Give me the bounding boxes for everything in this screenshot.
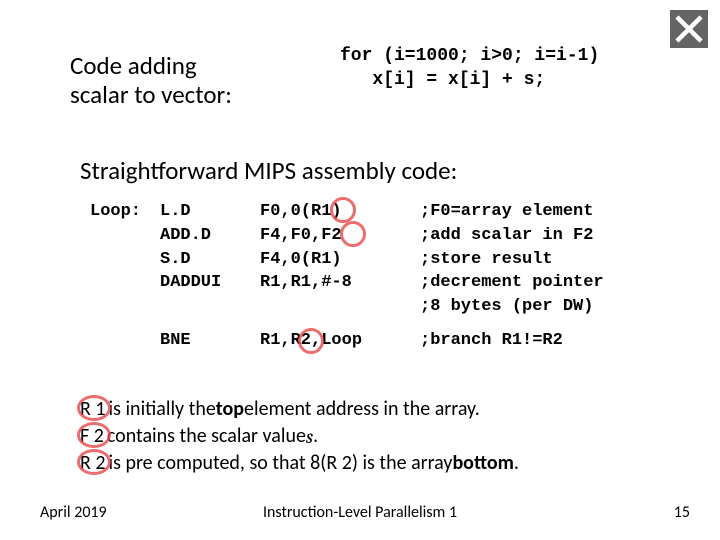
explanatory-notes: R 1 is initially the top element address… bbox=[80, 396, 519, 477]
footer-page-number: 15 bbox=[674, 503, 690, 522]
heading-line2: scalar to vector: bbox=[70, 79, 232, 110]
asm-comment: ;F0=array element bbox=[420, 200, 593, 224]
asm-comment: ;store result bbox=[420, 248, 553, 272]
asm-row: DADDUI R1,R1,#-8 ;decrement pointer bbox=[90, 271, 604, 295]
annotation-circle-icon bbox=[77, 449, 111, 475]
c-code-line1: for (i=1000; i>0; i=i-1) bbox=[340, 46, 599, 66]
asm-args bbox=[260, 295, 420, 319]
institution-logo bbox=[670, 10, 708, 48]
note-register-F2: F 2 bbox=[80, 423, 104, 450]
asm-label bbox=[90, 295, 160, 319]
heading-line1: Code adding bbox=[70, 50, 197, 81]
note-register-R2: R 2 bbox=[80, 450, 106, 477]
subheading: Straightforward MIPS assembly code: bbox=[80, 155, 457, 186]
note-row: F 2 contains the scalar value s . bbox=[80, 423, 519, 450]
asm-row: S.D F4,0(R1) ;store result bbox=[90, 248, 604, 272]
asm-comment: ;branch R1!=R2 bbox=[420, 329, 563, 353]
annotation-circle-icon bbox=[77, 395, 111, 421]
note-register-R1: R 1 bbox=[80, 396, 106, 423]
asm-comment: ;8 bytes (per DW) bbox=[420, 295, 593, 319]
asm-label: Loop: bbox=[90, 200, 160, 224]
asm-args: R1,R2,Loop bbox=[260, 329, 420, 353]
c-code-line2: x[i] = x[i] + s; bbox=[340, 70, 545, 90]
asm-row: Loop: L.D F0,0(R1) ;F0=array element bbox=[90, 200, 604, 224]
slide-heading: Code adding scalar to vector: bbox=[70, 52, 232, 110]
aleph-icon bbox=[674, 14, 704, 44]
annotation-circle-icon bbox=[77, 422, 111, 448]
asm-args: F4,0(R1) bbox=[260, 248, 420, 272]
asm-comment: ;add scalar in F2 bbox=[420, 224, 593, 248]
note-row: R 1 is initially the top element address… bbox=[80, 396, 519, 423]
asm-op: BNE bbox=[160, 329, 260, 353]
asm-op: DADDUI bbox=[160, 271, 260, 295]
asm-row: ADD.D F4,F0,F2 ;add scalar in F2 bbox=[90, 224, 604, 248]
asm-op: ADD.D bbox=[160, 224, 260, 248]
note-row: R 2 is pre computed, so that 8(R 2) is t… bbox=[80, 450, 519, 477]
assembly-listing: Loop: L.D F0,0(R1) ;F0=array element ADD… bbox=[90, 200, 604, 353]
asm-comment: ;decrement pointer bbox=[420, 271, 604, 295]
asm-row: BNE R1,R2,Loop ;branch R1!=R2 bbox=[90, 329, 604, 353]
asm-args: F4,F0,F2 bbox=[260, 224, 420, 248]
asm-op: L.D bbox=[160, 200, 260, 224]
asm-op bbox=[160, 295, 260, 319]
footer-date: April 2019 bbox=[40, 503, 107, 522]
asm-label bbox=[90, 271, 160, 295]
footer-title: Instruction-Level Parallelism 1 bbox=[0, 503, 720, 522]
asm-row: ;8 bytes (per DW) bbox=[90, 295, 604, 319]
asm-op: S.D bbox=[160, 248, 260, 272]
c-code-snippet: for (i=1000; i>0; i=i-1) x[i] = x[i] + s… bbox=[340, 44, 599, 93]
asm-args: F0,0(R1) bbox=[260, 200, 420, 224]
slide-footer: April 2019 Instruction-Level Parallelism… bbox=[0, 503, 720, 522]
asm-args: R1,R1,#-8 bbox=[260, 271, 420, 295]
asm-label bbox=[90, 248, 160, 272]
asm-label bbox=[90, 224, 160, 248]
asm-label bbox=[90, 329, 160, 353]
